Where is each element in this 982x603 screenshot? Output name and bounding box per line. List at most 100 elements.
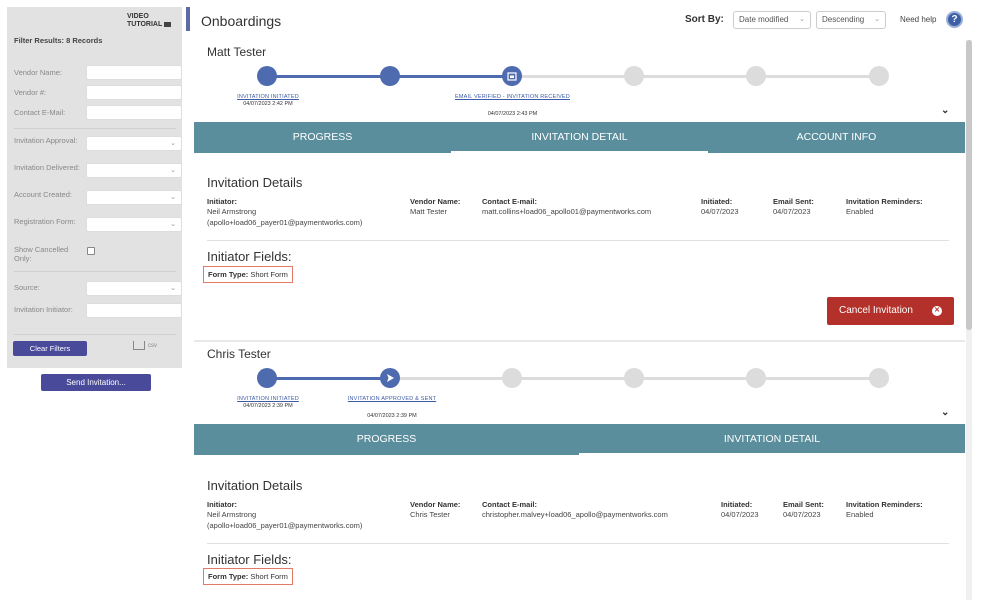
- sidebar-divider: [14, 334, 176, 335]
- card-tabs: PROGRESS INVITATION DETAIL ACCOUNT INFO: [194, 122, 965, 153]
- calendar-icon: [507, 72, 517, 81]
- progress-step-pending: [502, 368, 522, 388]
- invitation-details-title: Invitation Details: [207, 175, 303, 190]
- step-label-initiated[interactable]: INVITATION INITIATED: [218, 94, 318, 101]
- invitation-delivered-select[interactable]: ⌄: [86, 163, 182, 178]
- chevron-down-icon: ⌄: [799, 16, 805, 23]
- sort-order-value: Descending: [822, 15, 865, 24]
- card-separator: [194, 340, 965, 342]
- step-label-approved-sent[interactable]: INVITATION APPROVED & SENT: [340, 396, 444, 403]
- email-sent-value: 04/07/2023: [773, 207, 811, 216]
- chevron-down-icon: ⌄: [170, 140, 176, 147]
- initiator-name: Neil Armstrong: [207, 510, 257, 519]
- section-divider: [207, 240, 949, 241]
- account-created-select[interactable]: ⌄: [86, 190, 182, 205]
- step-label-initiated[interactable]: INVITATION INITIATED: [218, 396, 318, 403]
- source-label: Source:: [14, 283, 40, 292]
- tab-invitation-detail[interactable]: INVITATION DETAIL: [579, 424, 965, 455]
- progress-step-done: [257, 368, 277, 388]
- show-cancelled-checkbox[interactable]: [87, 247, 95, 255]
- form-type-value: Short Form: [250, 572, 288, 581]
- chevron-down-icon: ⌄: [170, 167, 176, 174]
- form-type-value: Short Form: [250, 270, 288, 279]
- step-date: 04/07/2023 2:43 PM: [487, 111, 538, 117]
- step-label-email-verified[interactable]: EMAIL VERIFIED - INVITATION RECEIVED: [450, 94, 575, 101]
- progress-step-current: [380, 368, 400, 388]
- tab-progress[interactable]: PROGRESS: [194, 424, 579, 455]
- progress-step-pending: [869, 66, 889, 86]
- email-sent-label: Email Sent:: [773, 197, 814, 206]
- initiator-label: Initiator:: [207, 197, 237, 206]
- clear-filters-button[interactable]: Clear Filters: [13, 341, 87, 356]
- form-type-label: Form Type:: [208, 270, 249, 279]
- close-icon: ✕: [932, 306, 942, 316]
- tab-account-info[interactable]: ACCOUNT INFO: [708, 122, 965, 153]
- initiator-email: (apollo+load06_payer01@paymentworks.com): [207, 521, 363, 530]
- chevron-down-icon[interactable]: ⌄: [941, 105, 949, 116]
- reminders-label: Invitation Reminders:: [846, 500, 923, 509]
- account-created-label: Account Created:: [14, 190, 72, 199]
- download-icon: [133, 341, 145, 350]
- reminders-label: Invitation Reminders:: [846, 197, 923, 206]
- video-tutorial-link[interactable]: VIDEO TUTORIAL: [127, 13, 182, 29]
- reminders-value: Enabled: [846, 207, 874, 216]
- vendor-name-label: Vendor Name:: [410, 500, 461, 509]
- chevron-down-icon[interactable]: ⌄: [941, 407, 949, 418]
- sort-order-select[interactable]: Descending ⌄: [816, 11, 886, 29]
- progress-track-filled: [267, 377, 390, 380]
- invitation-initiator-input[interactable]: [86, 303, 182, 318]
- initiator-fields-title: Initiator Fields:: [207, 249, 292, 264]
- contact-email-value: christopher.malvey+load06_apollo@payment…: [482, 510, 668, 519]
- header-accent-bar: [186, 7, 190, 31]
- step-date: 04/07/2023 2:39 PM: [243, 403, 293, 409]
- email-sent-value: 04/07/2023: [783, 510, 821, 519]
- progress-step-pending: [624, 66, 644, 86]
- initiator-label: Initiator:: [207, 500, 237, 509]
- card-vendor-name: Matt Tester: [207, 45, 267, 59]
- invitation-approval-label: Invitation Approval:: [14, 136, 78, 145]
- sort-by-label: Sort By:: [685, 14, 724, 25]
- vendor-number-input[interactable]: [86, 85, 182, 100]
- show-cancelled-label: Show Cancelled Only:: [14, 245, 69, 263]
- contact-email-input[interactable]: [86, 105, 182, 120]
- cancel-invitation-button[interactable]: Cancel Invitation ✕: [827, 297, 954, 325]
- form-type-label: Form Type:: [208, 572, 249, 581]
- contact-email-label: Contact E-mail:: [482, 197, 538, 206]
- send-invitation-button[interactable]: Send Invitation...: [41, 374, 151, 391]
- video-tutorial-label: VIDEO TUTORIAL: [127, 13, 163, 28]
- csv-download-button[interactable]: csv: [133, 341, 157, 350]
- chevron-down-icon: ⌄: [874, 16, 880, 23]
- source-select[interactable]: ⌄: [86, 281, 182, 296]
- invitation-delivered-label: Invitation Delivered:: [14, 163, 80, 172]
- invitation-approval-select[interactable]: ⌄: [86, 136, 182, 151]
- initiator-name: Neil Armstrong: [207, 207, 257, 216]
- contact-email-label: Contact E-Mail:: [14, 108, 66, 117]
- initiator-email: (apollo+load06_payer01@paymentworks.com): [207, 218, 363, 227]
- csv-label: csv: [148, 343, 157, 350]
- scrollbar-thumb[interactable]: [966, 40, 972, 330]
- need-help-link[interactable]: Need help: [900, 15, 936, 24]
- help-icon[interactable]: ?: [946, 11, 963, 28]
- vendor-name-input[interactable]: [86, 65, 182, 80]
- tab-progress[interactable]: PROGRESS: [194, 122, 451, 153]
- registration-form-label: Registration Form:: [14, 217, 76, 226]
- page-title: Onboardings: [201, 13, 282, 29]
- sidebar-divider: [14, 271, 176, 272]
- tab-invitation-detail[interactable]: INVITATION DETAIL: [451, 122, 708, 153]
- vendor-name-value: Chris Tester: [410, 510, 450, 519]
- chevron-down-icon: ⌄: [170, 194, 176, 201]
- progress-step-pending: [869, 368, 889, 388]
- reminders-value: Enabled: [846, 510, 874, 519]
- section-divider: [207, 543, 949, 544]
- filter-results-count: Filter Results: 8 Records: [14, 36, 103, 45]
- app: VIDEO TUTORIAL Filter Results: 8 Records…: [0, 0, 982, 603]
- progress-step-pending: [624, 368, 644, 388]
- registration-form-select[interactable]: ⌄: [86, 217, 182, 232]
- sort-field-select[interactable]: Date modified ⌄: [733, 11, 811, 29]
- email-sent-label: Email Sent:: [783, 500, 824, 509]
- form-type-field: Form Type: Short Form: [203, 568, 293, 585]
- sort-field-value: Date modified: [739, 15, 789, 24]
- form-type-field: Form Type: Short Form: [203, 266, 293, 283]
- progress-step-pending: [746, 368, 766, 388]
- video-camera-icon: [164, 21, 172, 27]
